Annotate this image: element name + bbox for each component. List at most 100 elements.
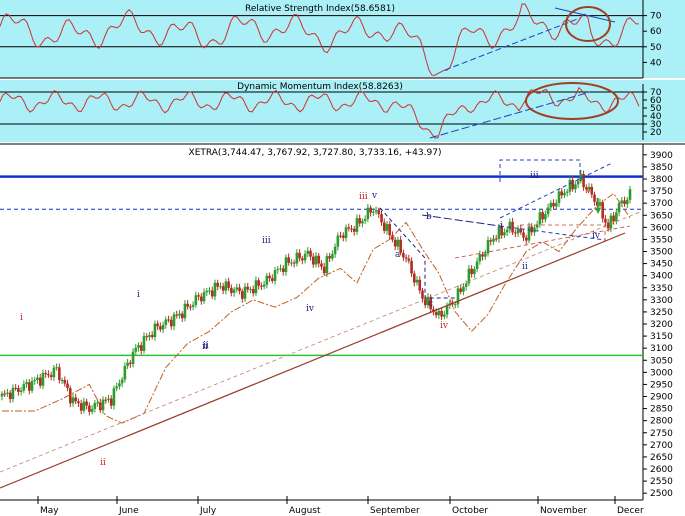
candle-body bbox=[28, 382, 31, 391]
candle-body bbox=[328, 256, 331, 259]
y-tick-label: 3400 bbox=[650, 272, 673, 282]
candle-body bbox=[352, 228, 356, 232]
candle-body bbox=[85, 401, 88, 406]
candle-body bbox=[183, 303, 187, 319]
candle-body bbox=[298, 252, 301, 259]
candle-body bbox=[514, 232, 517, 234]
y-tick-label: 3650 bbox=[650, 211, 673, 221]
candle-body bbox=[571, 179, 574, 190]
candle-body bbox=[79, 403, 83, 411]
wave-label: iii bbox=[530, 171, 539, 181]
candle-body bbox=[331, 254, 334, 259]
candle-body bbox=[489, 240, 493, 242]
candle-body bbox=[281, 268, 285, 273]
candle-body bbox=[606, 222, 610, 229]
candle-body bbox=[120, 379, 124, 384]
candle-body bbox=[216, 282, 220, 287]
candle-body bbox=[148, 335, 151, 338]
candle-body bbox=[333, 246, 337, 255]
candle-body bbox=[161, 324, 165, 330]
candle-body bbox=[134, 347, 138, 352]
candle-body bbox=[320, 263, 323, 267]
candle-body bbox=[336, 235, 340, 247]
wave-label: ii bbox=[522, 262, 528, 272]
candle-body bbox=[317, 255, 321, 264]
wave-label: iv bbox=[592, 231, 601, 241]
candle-body bbox=[574, 184, 577, 190]
y-tick-label: 3600 bbox=[650, 223, 673, 233]
y-tick-label: 3350 bbox=[650, 284, 673, 294]
candle-body bbox=[11, 387, 15, 400]
candle-body bbox=[235, 287, 239, 290]
y-tick-label: 2600 bbox=[650, 465, 673, 475]
candle-body bbox=[68, 388, 72, 404]
candle-body bbox=[615, 212, 618, 222]
y-tick-label: 2800 bbox=[650, 417, 673, 427]
candle-body bbox=[175, 314, 179, 316]
candle-body bbox=[6, 392, 9, 394]
wave-label: a bbox=[395, 250, 401, 260]
candle-body bbox=[287, 257, 290, 263]
candle-body bbox=[41, 373, 45, 386]
candle-body bbox=[546, 207, 550, 215]
candle-body bbox=[612, 215, 615, 222]
y-tick-label: 3050 bbox=[650, 356, 673, 366]
y-tick-label: 3800 bbox=[650, 175, 673, 185]
candle-body bbox=[254, 280, 258, 294]
candle-body bbox=[481, 254, 484, 257]
month-label: November bbox=[540, 506, 587, 516]
candle-body bbox=[172, 314, 176, 327]
wave-label: c bbox=[428, 299, 433, 309]
candle-body bbox=[265, 275, 269, 285]
candle-body bbox=[268, 275, 271, 279]
candle-body bbox=[0, 393, 4, 397]
candle-body bbox=[260, 285, 263, 287]
candle-body bbox=[437, 310, 441, 316]
month-label: Decer bbox=[617, 506, 644, 516]
candle-body bbox=[402, 252, 405, 258]
candle-body bbox=[475, 261, 479, 269]
candle-body bbox=[77, 401, 80, 404]
candle-body bbox=[44, 373, 47, 375]
candle-body bbox=[109, 398, 113, 406]
candle-body bbox=[55, 367, 58, 369]
month-label: October bbox=[452, 506, 488, 516]
candle-body bbox=[478, 254, 482, 262]
wave-label: iv bbox=[440, 321, 449, 331]
candle-body bbox=[494, 238, 498, 240]
y-tick-label: 2900 bbox=[650, 393, 673, 403]
candle-body bbox=[38, 377, 42, 386]
candle-body bbox=[284, 257, 288, 273]
wave-label: i bbox=[20, 313, 23, 323]
candle-body bbox=[459, 288, 463, 292]
candle-body bbox=[90, 408, 94, 412]
y-tick-label: 3700 bbox=[650, 199, 673, 209]
candle-body bbox=[503, 232, 506, 236]
candle-body bbox=[112, 388, 116, 406]
candle-body bbox=[560, 191, 564, 196]
candle-body bbox=[49, 375, 53, 378]
candle-body bbox=[322, 266, 326, 274]
candle-body bbox=[22, 384, 26, 391]
candle-body bbox=[88, 405, 91, 412]
y-tick-label: 2550 bbox=[650, 477, 673, 487]
candle-body bbox=[17, 388, 20, 392]
candle-body bbox=[382, 222, 386, 231]
wave-label: iv bbox=[306, 304, 315, 314]
month-label: July bbox=[199, 506, 217, 516]
candle-body bbox=[131, 351, 135, 365]
candle-body bbox=[350, 228, 353, 230]
candle-body bbox=[385, 224, 389, 231]
candle-body bbox=[415, 279, 419, 283]
candle-body bbox=[189, 306, 192, 308]
candle-body bbox=[8, 392, 12, 400]
candle-body bbox=[33, 379, 37, 382]
candle-body bbox=[104, 399, 108, 401]
candle-body bbox=[58, 367, 61, 381]
candle-body bbox=[604, 218, 607, 223]
candle-body bbox=[440, 310, 443, 317]
candle-body bbox=[554, 203, 558, 207]
candle-body bbox=[541, 212, 544, 220]
month-label: June bbox=[118, 506, 139, 516]
candle-body bbox=[262, 284, 266, 287]
